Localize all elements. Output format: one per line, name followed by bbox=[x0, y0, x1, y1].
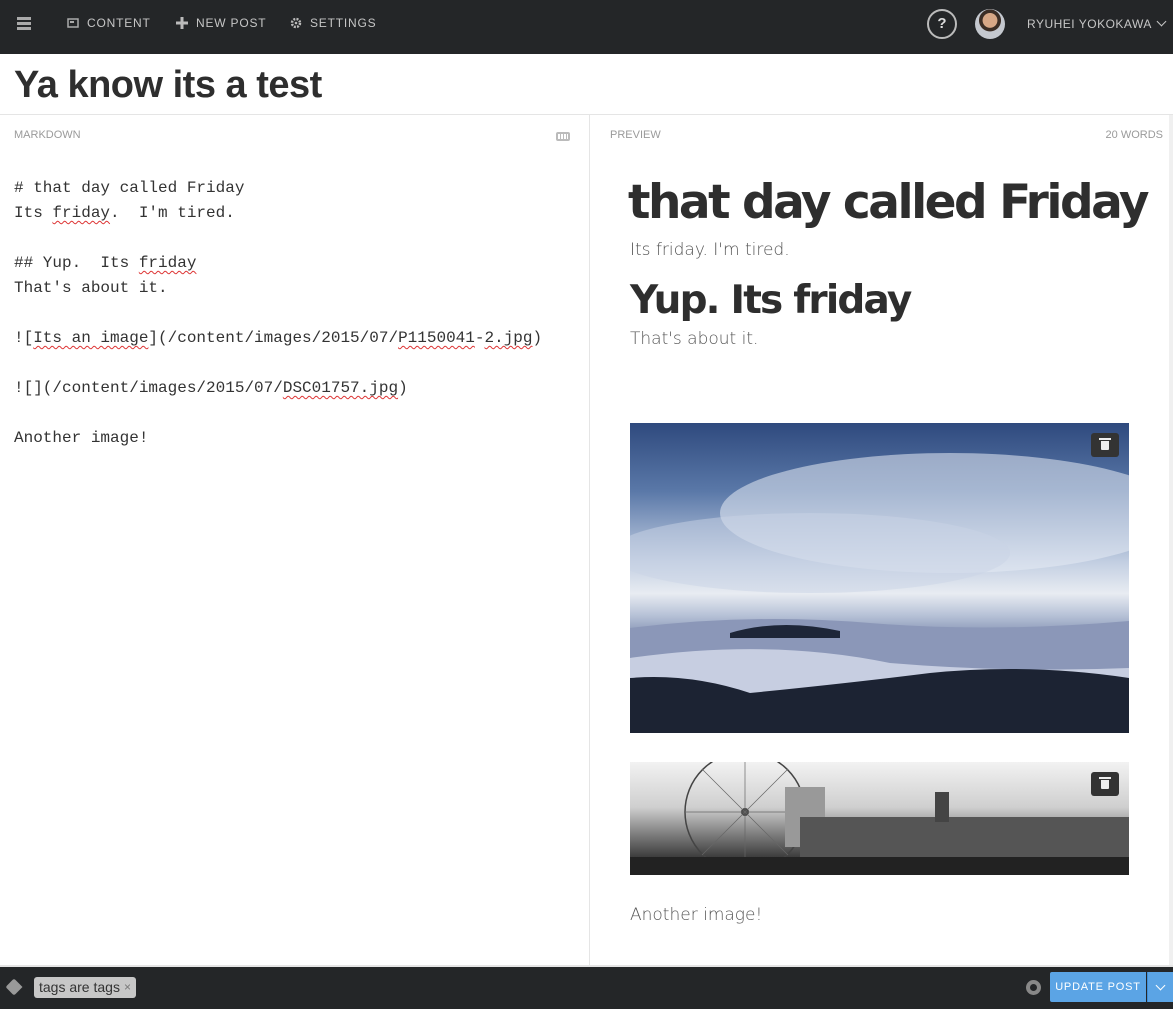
editor-line: # that day called Friday bbox=[14, 179, 245, 197]
bottom-bar: tags are tags × UPDATE POST bbox=[0, 965, 1173, 1009]
preview-scrollbar[interactable] bbox=[1169, 115, 1173, 965]
tag-chip[interactable]: tags are tags × bbox=[34, 977, 136, 998]
post-title-input[interactable]: Ya know its a test bbox=[14, 64, 322, 107]
post-settings-gear-icon[interactable] bbox=[1026, 980, 1041, 995]
spell-error: P1150041 bbox=[398, 329, 475, 347]
landscape-image bbox=[630, 453, 1129, 733]
user-menu[interactable]: RYUHEI YOKOKAWA bbox=[1027, 16, 1167, 31]
editor-text: ![ bbox=[14, 329, 34, 347]
gear-icon bbox=[290, 17, 302, 29]
word-count: 20 WORDS bbox=[1105, 129, 1163, 141]
preview-header: PREVIEW bbox=[610, 129, 661, 141]
tag-remove-icon[interactable]: × bbox=[124, 977, 131, 998]
preview-heading-1: that day called Friday bbox=[628, 175, 1150, 230]
nav-settings[interactable]: SETTINGS bbox=[290, 16, 376, 30]
nav-new-post[interactable]: NEW POST bbox=[176, 16, 266, 30]
spell-error: Its an image bbox=[33, 329, 149, 347]
trash-icon[interactable] bbox=[1091, 772, 1119, 796]
preview-pane: PREVIEW 20 WORDS that day called Friday … bbox=[590, 115, 1173, 965]
editor-text: ](/content/images/2015/07/ bbox=[148, 329, 399, 347]
editor-text: ) bbox=[398, 379, 408, 397]
nav-content[interactable]: CONTENT bbox=[67, 16, 151, 30]
chevron-down-icon bbox=[1156, 16, 1167, 27]
preview-content: that day called Friday Its friday. I'm t… bbox=[628, 175, 1150, 925]
spell-error: DSC01757.jpg bbox=[282, 379, 399, 397]
preview-image-london bbox=[630, 762, 1129, 875]
user-name: RYUHEI YOKOKAWA bbox=[1027, 17, 1152, 31]
avatar[interactable] bbox=[975, 9, 1005, 39]
nav-content-label: CONTENT bbox=[87, 16, 151, 30]
help-button[interactable]: ? bbox=[927, 9, 957, 39]
markdown-editor[interactable]: # that day called Friday Its friday. I'm… bbox=[14, 176, 542, 451]
keyboard-icon[interactable] bbox=[556, 132, 570, 141]
trash-icon[interactable] bbox=[1091, 433, 1119, 457]
preview-image-landscape bbox=[630, 423, 1129, 733]
nav-new-post-label: NEW POST bbox=[196, 16, 267, 30]
london-image bbox=[630, 762, 1129, 875]
editor-text: . I'm tired. bbox=[110, 204, 235, 222]
spell-error: friday bbox=[138, 254, 197, 272]
markdown-pane: MARKDOWN # that day called Friday Its fr… bbox=[0, 115, 590, 965]
plus-icon bbox=[176, 17, 188, 29]
editor-text: ) bbox=[532, 329, 543, 347]
menu-icon[interactable] bbox=[17, 17, 31, 31]
nav-settings-label: SETTINGS bbox=[310, 16, 377, 30]
editor-line: Another image! bbox=[14, 429, 149, 447]
markdown-header: MARKDOWN bbox=[14, 129, 81, 141]
editor-text: ![](/content/images/2015/07/ bbox=[14, 379, 283, 397]
title-bar: Ya know its a test bbox=[0, 54, 1173, 115]
update-options-chevron-icon[interactable] bbox=[1147, 972, 1173, 1002]
preview-paragraph: That's about it. bbox=[630, 329, 759, 349]
editor-text: Its bbox=[14, 204, 53, 222]
spell-error: friday bbox=[52, 204, 111, 222]
preview-paragraph: Another image! bbox=[630, 905, 763, 925]
spell-error: 2.jpg bbox=[484, 329, 533, 347]
top-nav: CONTENT NEW POST SETTINGS ? RYUHEI YOKOK… bbox=[0, 0, 1173, 54]
preview-heading-2: Yup. Its friday bbox=[630, 278, 912, 323]
editor-text: ## Yup. Its bbox=[14, 254, 139, 272]
tag-label: tags are tags bbox=[39, 979, 120, 995]
tag-icon bbox=[5, 978, 23, 996]
editor-line: That's about it. bbox=[14, 279, 168, 297]
content-icon bbox=[67, 18, 79, 28]
preview-paragraph: Its friday. I'm tired. bbox=[630, 240, 790, 260]
update-post-button[interactable]: UPDATE POST bbox=[1050, 972, 1146, 1002]
